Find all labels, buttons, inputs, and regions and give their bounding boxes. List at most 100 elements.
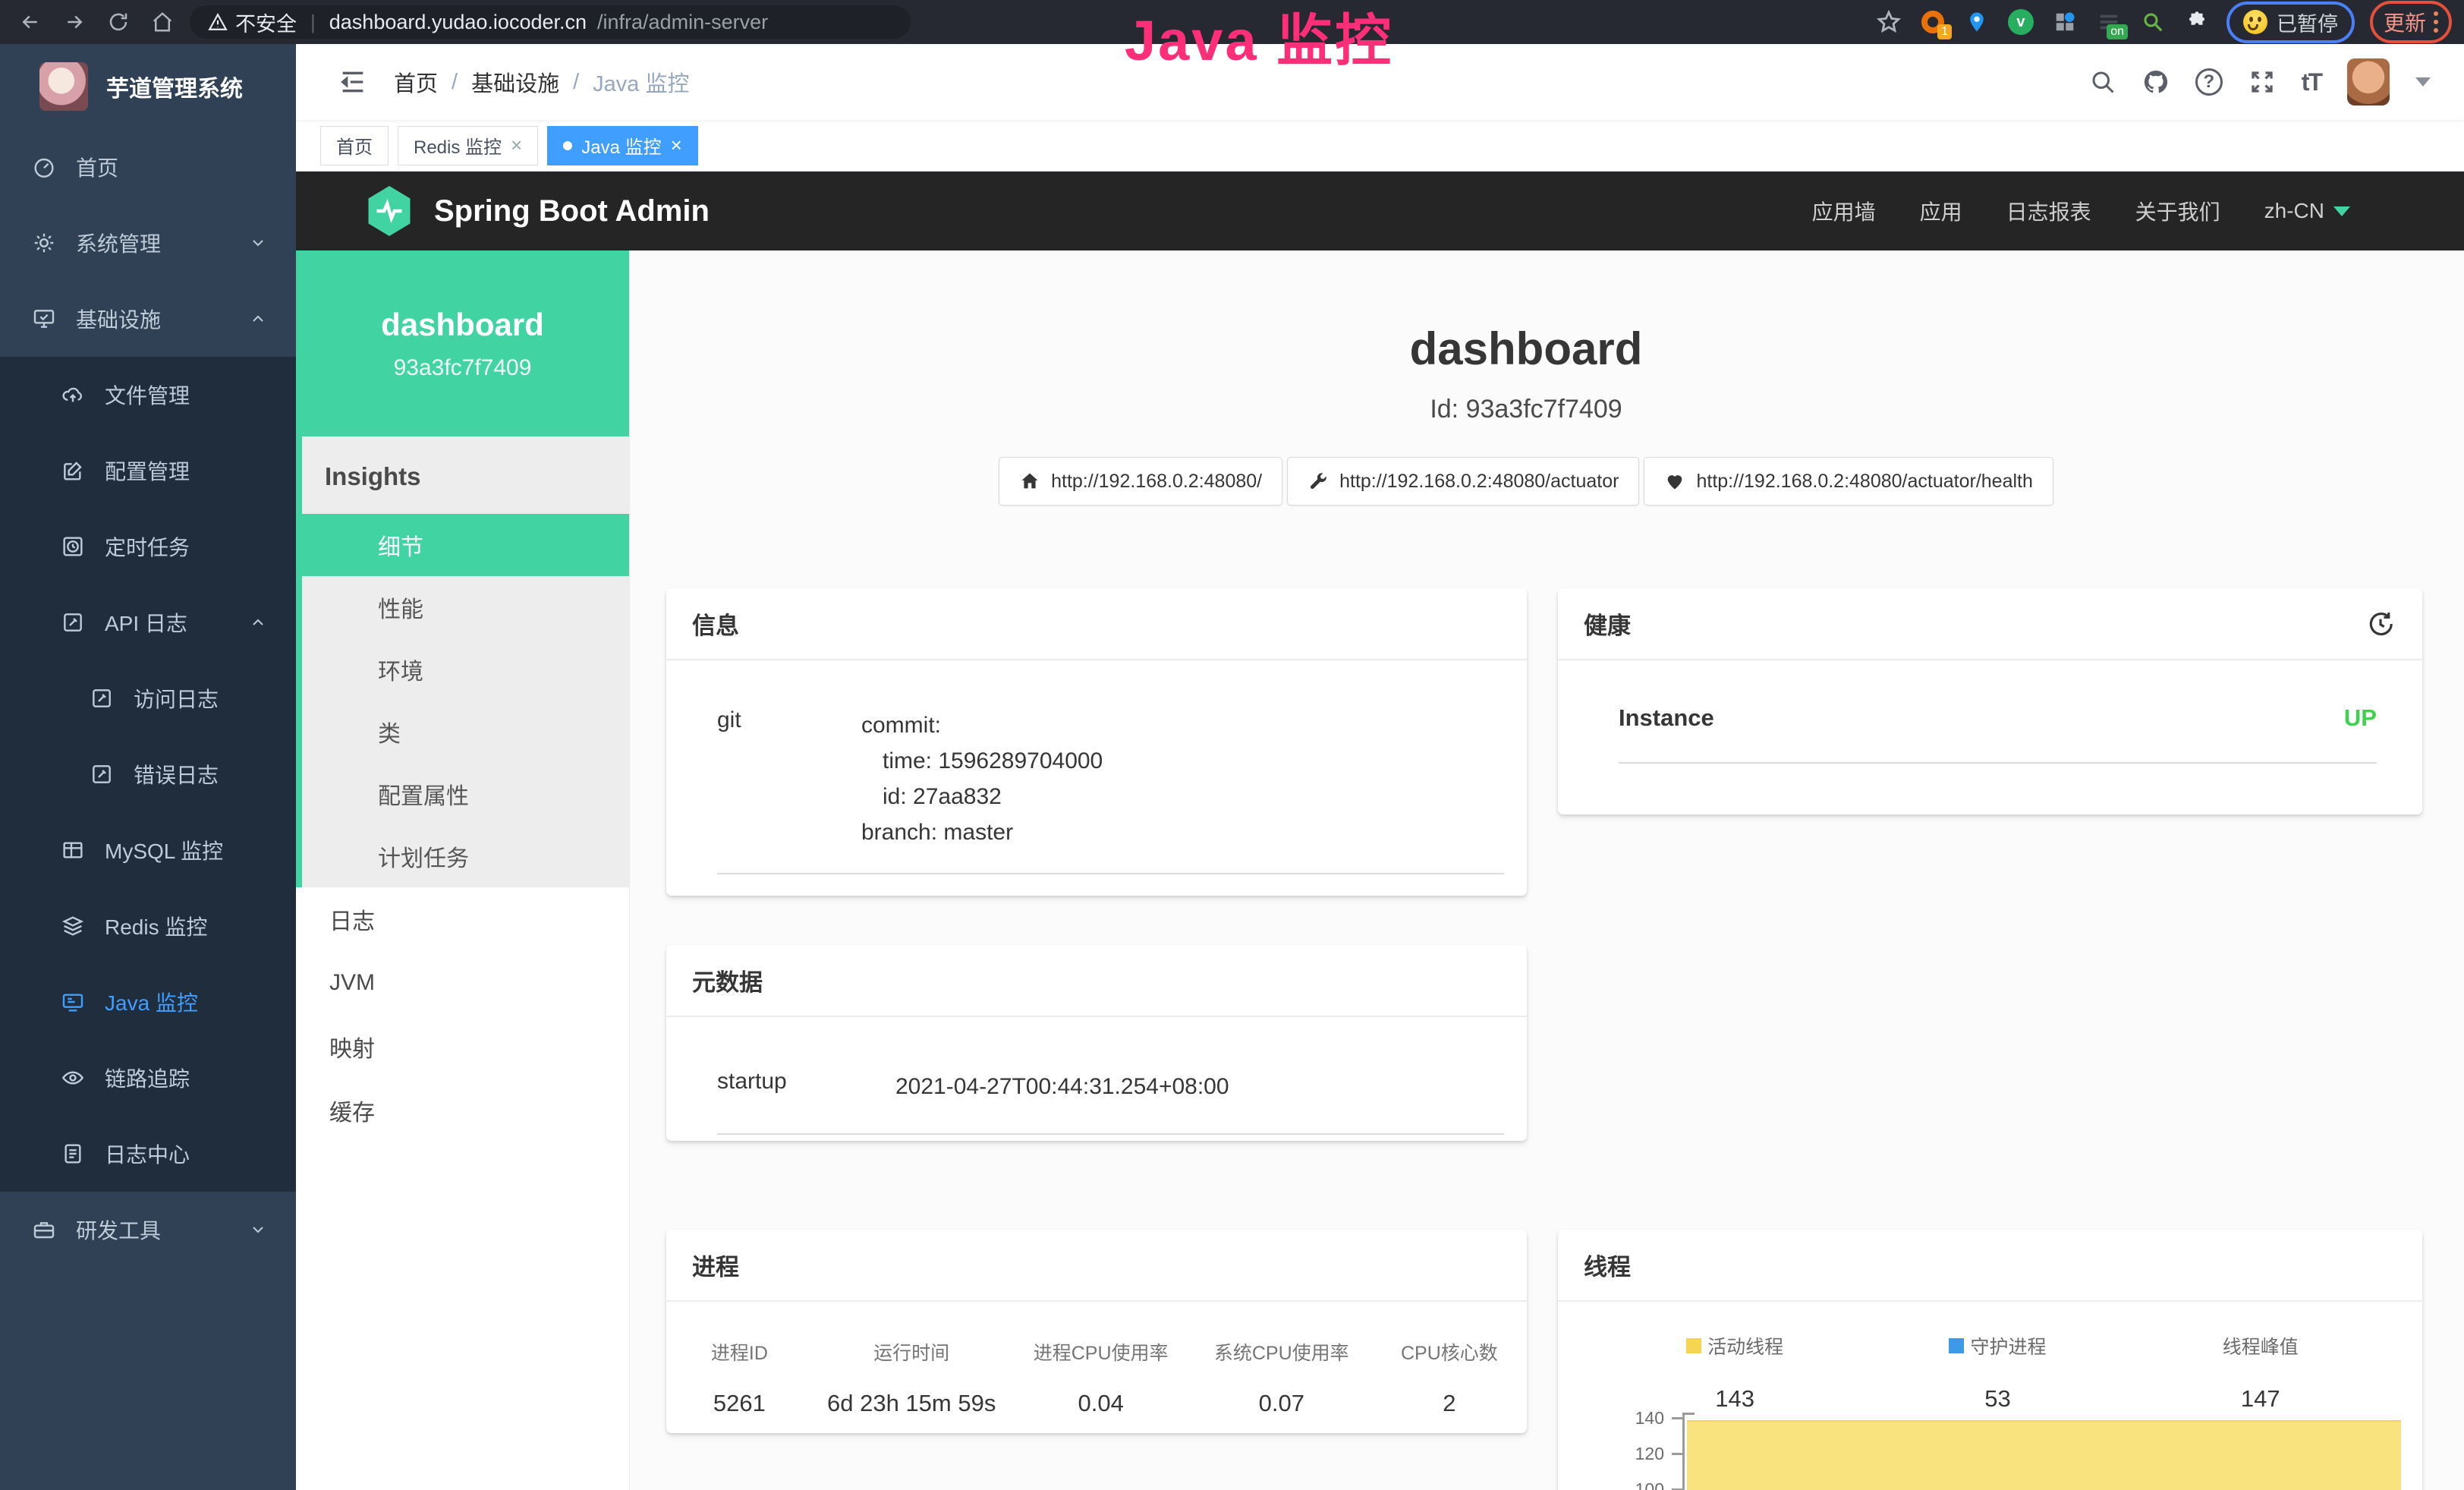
actuator-url-button[interactable]: http://192.168.0.2:48080/actuator — [1287, 457, 1639, 506]
menu-item-logs[interactable]: 日志 — [296, 887, 629, 951]
extension-on-icon[interactable]: on — [2094, 8, 2123, 36]
menu-item-classes[interactable]: 类 — [302, 701, 629, 763]
pin-icon[interactable] — [1962, 8, 1991, 36]
sidebar-item-label: 错误日志 — [134, 759, 219, 789]
sidebar-item-mysql[interactable]: MySQL 监控 — [0, 812, 296, 888]
help-icon[interactable]: ? — [2195, 68, 2223, 96]
process-table-header: 进程ID 运行时间 进程CPU使用率 系统CPU使用率 CPU核心数 — [666, 1338, 1527, 1366]
process-card-title: 进程 — [692, 1248, 739, 1282]
menu-item-details[interactable]: 细节 — [302, 514, 629, 576]
sba-brand-link[interactable]: Spring Boot Admin — [296, 184, 710, 238]
github-icon[interactable] — [2142, 68, 2170, 96]
menu-item-mappings[interactable]: 映射 — [296, 1015, 629, 1079]
forward-icon[interactable] — [58, 5, 91, 39]
tab-redis-monitor[interactable]: Redis 监控 × — [398, 126, 538, 165]
sidebar-item-api-log[interactable]: API 日志 — [0, 584, 296, 660]
bookmark-star-icon[interactable] — [1874, 8, 1903, 36]
menu-item-config-props[interactable]: 配置属性 — [302, 763, 629, 825]
extension-magnifier-icon[interactable] — [2138, 8, 2167, 36]
sidebar-item-redis[interactable]: Redis 监控 — [0, 888, 296, 964]
health-row-instance[interactable]: Instance UP — [1619, 704, 2377, 764]
menu-item-caches[interactable]: 缓存 — [296, 1079, 629, 1142]
sba-content: dashboard Id: 93a3fc7f7409 http://192.16… — [630, 250, 2464, 1490]
doc-edit-icon — [90, 762, 114, 786]
sidebar-item-files[interactable]: 文件管理 — [0, 357, 296, 433]
back-icon[interactable] — [14, 5, 47, 39]
avatar-caret-icon[interactable] — [2415, 77, 2431, 87]
sidebar-item-label: 系统管理 — [76, 228, 161, 258]
git-commit-line: commit: — [861, 707, 1103, 743]
tab-java-monitor[interactable]: Java 监控 × — [547, 126, 698, 165]
profile-paused-button[interactable]: 已暂停 — [2226, 2, 2355, 43]
y-tick-100: 100 — [1558, 1479, 1664, 1490]
process-table-values: 5261 6d 23h 15m 59s 0.04 0.07 2 — [666, 1390, 1527, 1417]
sba-nav-journal[interactable]: 日志报表 — [2006, 196, 2091, 226]
tab-home[interactable]: 首页 — [320, 126, 389, 165]
doc-edit-icon — [90, 686, 114, 710]
sidebar-item-access-log[interactable]: 访问日志 — [0, 660, 296, 736]
sba-nav-about[interactable]: 关于我们 — [2135, 196, 2220, 226]
fullscreen-icon[interactable] — [2248, 68, 2276, 96]
url-bar[interactable]: 不安全 | dashboard.yudao.iocoder.cn/infra/a… — [190, 5, 911, 39]
sidebar-item-config[interactable]: 配置管理 — [0, 433, 296, 509]
instance-url-button[interactable]: http://192.168.0.2:48080/ — [999, 457, 1282, 506]
sba-nav-applications[interactable]: 应用 — [1920, 196, 1962, 226]
metadata-card: 元数据 startup 2021-04-27T00:44:31.254+08:0… — [666, 945, 1527, 1141]
app-logo-row[interactable]: 芋道管理系统 — [0, 44, 296, 129]
sidebar-item-system[interactable]: 系统管理 — [0, 205, 296, 281]
sidebar-item-devtools[interactable]: 研发工具 — [0, 1192, 296, 1268]
reload-icon[interactable] — [102, 5, 135, 39]
threads-card-title: 线程 — [1584, 1248, 1631, 1282]
sidebar-item-home[interactable]: 首页 — [0, 129, 296, 205]
close-icon[interactable]: × — [511, 134, 522, 157]
security-warning-icon[interactable]: 不安全 — [208, 8, 297, 37]
menu-item-scheduled-tasks[interactable]: 计划任务 — [302, 825, 629, 887]
extension-grid-icon[interactable] — [2050, 8, 2079, 36]
menu-item-environment[interactable]: 环境 — [302, 638, 629, 701]
menu-item-metrics[interactable]: 性能 — [302, 576, 629, 638]
chevron-down-icon — [2333, 206, 2350, 216]
extensions-puzzle-icon[interactable] — [2182, 8, 2211, 36]
home-icon[interactable] — [146, 5, 179, 39]
menu-kebab-icon[interactable] — [2434, 11, 2438, 33]
extension-green-circle-icon[interactable]: v — [2006, 8, 2035, 36]
active-dot-icon — [563, 141, 572, 150]
menu-item-jvm[interactable]: JVM — [296, 951, 629, 1015]
instance-header: dashboard 93a3fc7f7409 — [296, 250, 629, 436]
gauge-icon — [32, 155, 56, 179]
language-value: zh-CN — [2264, 199, 2324, 223]
url-divider: | — [307, 11, 319, 34]
breadcrumb-separator: / — [573, 70, 579, 95]
sba-nav-wall[interactable]: 应用墙 — [1812, 196, 1876, 226]
breadcrumb-home[interactable]: 首页 — [394, 66, 438, 98]
sidebar-item-error-log[interactable]: 错误日志 — [0, 736, 296, 812]
health-url-button[interactable]: http://192.168.0.2:48080/actuator/health — [1644, 457, 2053, 506]
search-icon[interactable] — [2089, 68, 2116, 96]
uptime-value: 6d 23h 15m 59s — [813, 1390, 1011, 1417]
sidebar-item-infra[interactable]: 基础设施 — [0, 281, 296, 357]
chevron-up-icon — [249, 310, 267, 328]
user-avatar[interactable] — [2347, 58, 2390, 106]
sidebar-item-log-center[interactable]: 日志中心 — [0, 1116, 296, 1192]
sba-brand-title: Spring Boot Admin — [434, 194, 710, 228]
sidebar-collapse-icon[interactable] — [296, 67, 394, 97]
sidebar-item-java-monitor[interactable]: Java 监控 — [0, 964, 296, 1040]
extension-orange-icon[interactable]: 1 — [1918, 8, 1947, 36]
sidebar-item-tracing[interactable]: 链路追踪 — [0, 1040, 296, 1116]
update-label: 更新 — [2384, 7, 2426, 37]
tab-label: Java 监控 — [581, 132, 661, 159]
chrome-update-button[interactable]: 更新 — [2370, 1, 2452, 43]
breadcrumb-infra[interactable]: 基础设施 — [471, 66, 559, 98]
document-icon — [61, 1142, 85, 1166]
y-tick-140: 140 — [1558, 1408, 1664, 1429]
info-key: git — [717, 707, 861, 850]
health-card-title: 健康 — [1584, 606, 1631, 641]
sidebar-submenu-infra: 文件管理 配置管理 定时任务 API 日志 访问日志 错误日志 — [0, 357, 296, 1192]
font-size-icon[interactable]: tT — [2302, 68, 2321, 96]
history-icon[interactable] — [2366, 610, 2395, 642]
close-icon[interactable]: × — [671, 134, 682, 157]
sidebar-item-jobs[interactable]: 定时任务 — [0, 509, 296, 584]
annotation-java-monitor: Java 监控 — [1125, 0, 1393, 77]
sba-language-select[interactable]: zh-CN — [2264, 199, 2350, 223]
sidebar-item-label: 文件管理 — [105, 380, 190, 410]
